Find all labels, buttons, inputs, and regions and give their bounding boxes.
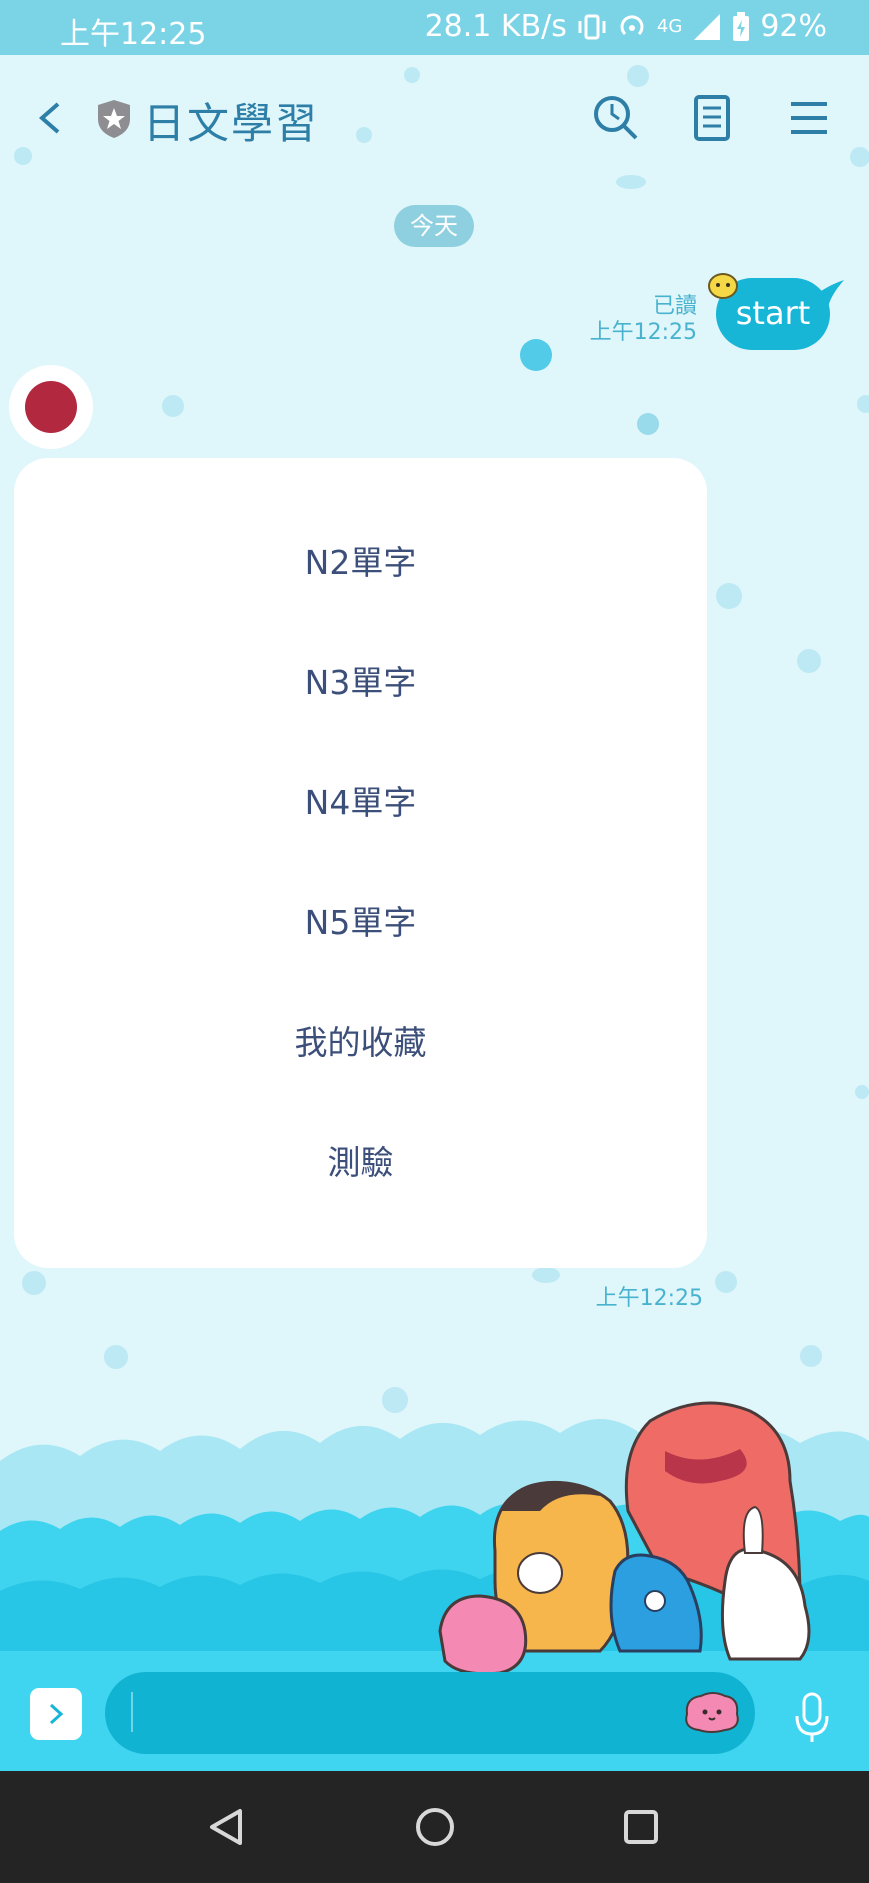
chick-sticker-icon — [708, 273, 738, 299]
back-chevron-icon[interactable] — [28, 90, 68, 146]
menu-icon[interactable] — [783, 92, 835, 144]
system-nav-bar — [0, 1771, 869, 1883]
home-circle-icon[interactable] — [407, 1799, 463, 1855]
sticker-icon[interactable] — [681, 1688, 743, 1736]
date-separator: 今天 — [394, 205, 474, 247]
notes-icon[interactable] — [686, 92, 738, 144]
menu-option-n4-vocab[interactable]: N4單字 — [14, 768, 707, 838]
bot-message-time: 上午12:25 — [595, 1286, 703, 1311]
chevron-right-icon — [49, 1703, 64, 1725]
message-input[interactable] — [105, 1672, 755, 1754]
battery-level: 92% — [760, 9, 827, 44]
chat-title: 日文學習 — [143, 99, 320, 148]
battery-icon — [733, 11, 750, 41]
bot-menu-card: N2單字 N3單字 N4單字 N5單字 我的收藏 測驗 — [14, 458, 707, 1268]
menu-option-favorites[interactable]: 我的收藏 — [14, 1008, 707, 1078]
vibrate-icon — [578, 14, 606, 39]
search-icon[interactable] — [590, 92, 642, 144]
status-time: 上午12:25 — [60, 17, 207, 52]
recents-square-icon[interactable] — [613, 1799, 669, 1855]
status-bar: 上午12:25 28.1 KB/s 4G 92% — [0, 0, 869, 55]
shield-icon — [98, 100, 130, 138]
network-type: 4G — [656, 16, 683, 37]
bot-avatar[interactable] — [9, 365, 93, 449]
network-speed: 28.1 KB/s — [424, 9, 567, 44]
menu-option-n2-vocab[interactable]: N2單字 — [14, 528, 707, 598]
menu-option-n5-vocab[interactable]: N5單字 — [14, 888, 707, 958]
signal-icon — [694, 13, 721, 40]
microphone-icon[interactable] — [792, 1690, 832, 1746]
status-icons: 28.1 KB/s 4G 92% — [425, 9, 827, 44]
hotspot-icon — [620, 14, 644, 35]
menu-option-n3-vocab[interactable]: N3單字 — [14, 648, 707, 718]
red-circle-avatar-icon — [25, 381, 77, 433]
back-triangle-icon[interactable] — [200, 1799, 256, 1855]
menu-option-quiz[interactable]: 測驗 — [14, 1128, 707, 1198]
expand-button[interactable] — [30, 1688, 82, 1740]
sent-message-time: 上午12:25 — [589, 320, 697, 345]
text-caret — [131, 1692, 133, 1732]
